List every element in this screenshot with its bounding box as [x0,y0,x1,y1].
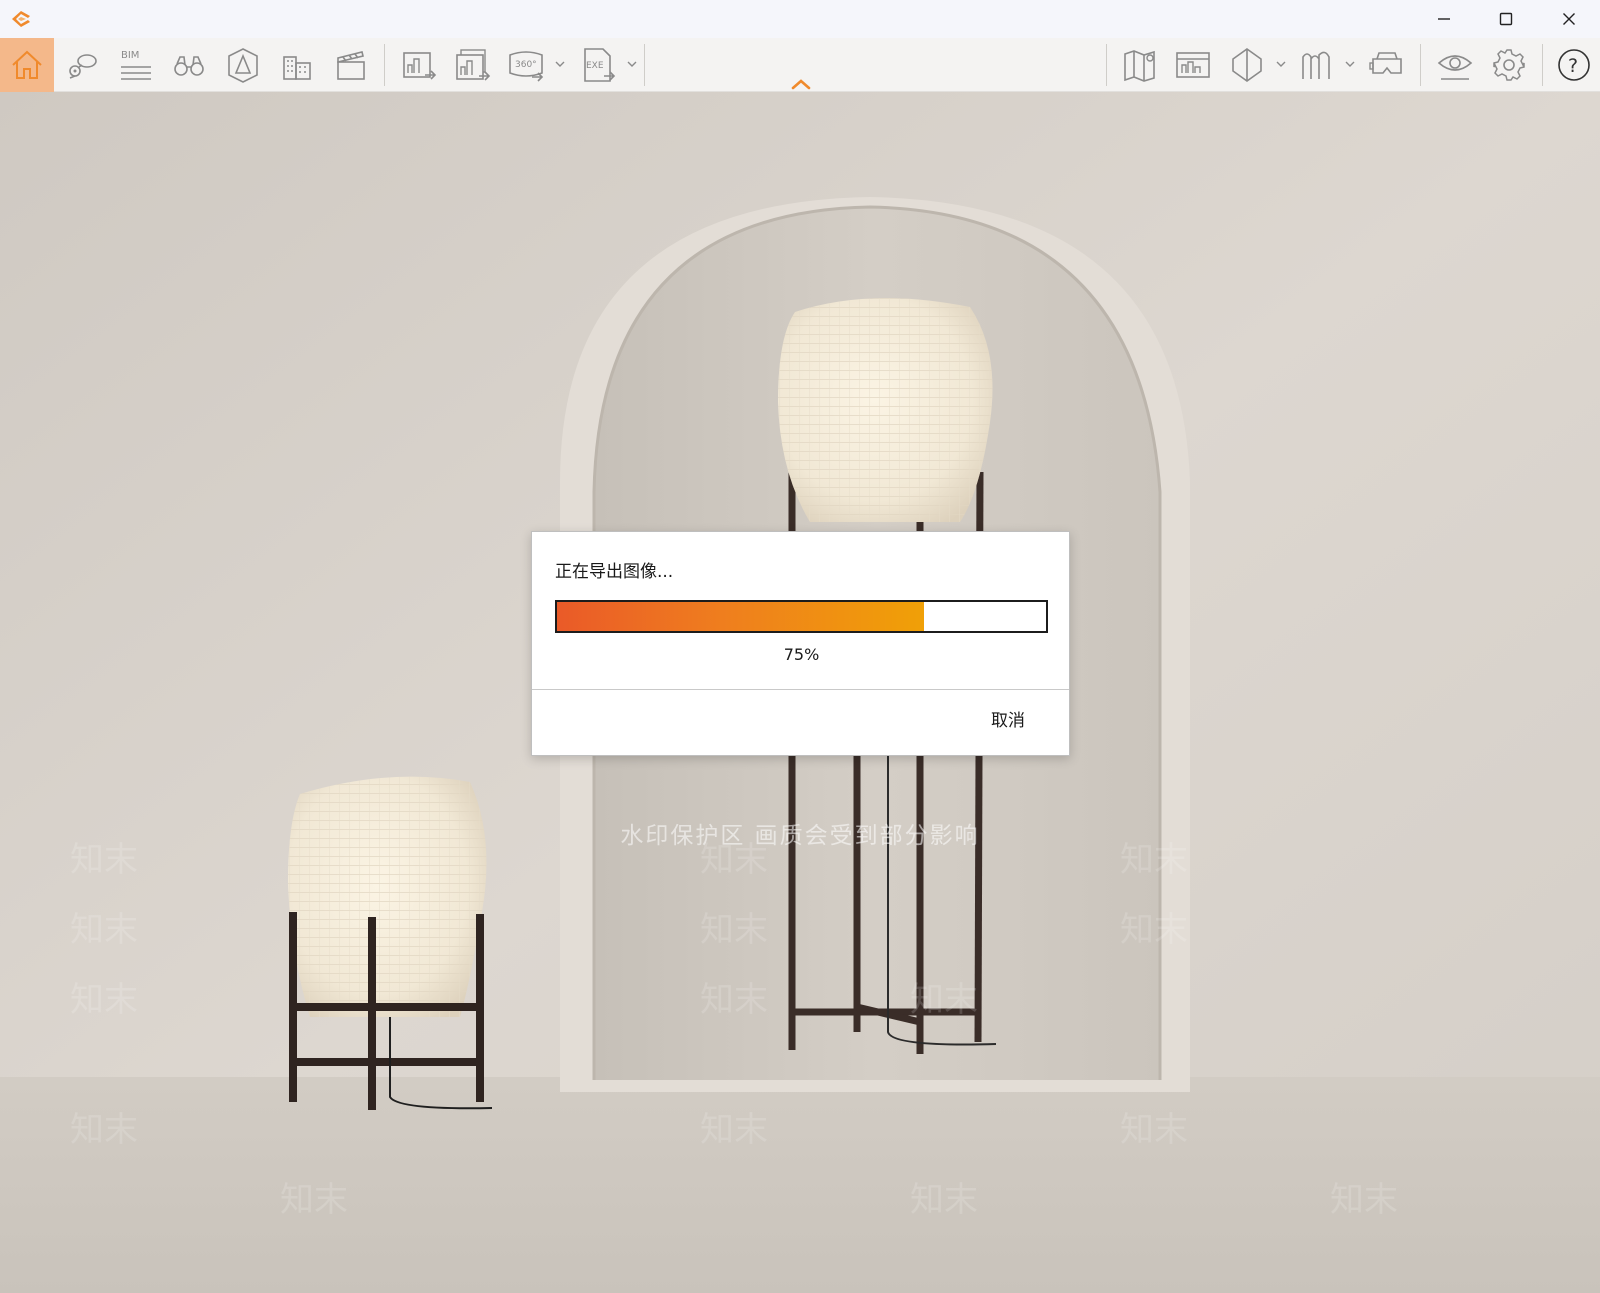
help-icon: ? [1558,49,1590,81]
svg-text:?: ? [1568,55,1578,77]
title-bar [0,0,1600,38]
watermark-text: 知末 [70,840,138,880]
binoculars-icon [174,56,204,76]
map-icon [1124,50,1155,82]
progress-bar-fill [557,602,924,631]
fence-button[interactable] [1292,38,1342,92]
watermark-text: 知末 [910,1180,978,1220]
map-button[interactable] [1114,38,1166,92]
perspective-icon [228,48,258,83]
home-button[interactable] [0,38,54,92]
watermark-text: 知末 [1330,1180,1398,1220]
section-dropdown-icon[interactable] [1275,58,1287,70]
export-image-button[interactable] [392,38,446,92]
export-360-dropdown-icon[interactable] [554,58,566,70]
watermark-text: 知末 [700,980,768,1020]
bim-icon: BIM [121,50,151,80]
clapperboard-icon [337,51,365,80]
main-toolbar: BIM 360° EXE ? [0,38,1600,92]
watermark-text: 知末 [700,840,768,880]
dialog-title: 正在导出图像... [555,562,674,582]
vr-button[interactable] [1360,38,1414,92]
batch-export-icon [456,49,491,81]
export-360-button[interactable]: 360° [500,38,552,92]
toolbar-divider [1542,44,1543,86]
eye-icon [1437,55,1473,80]
export-image-icon [403,52,437,80]
app-logo-icon [12,11,30,27]
close-icon [1563,13,1575,25]
toolbar-divider [1420,44,1421,86]
help-button[interactable]: ? [1548,38,1600,92]
export-exe-button[interactable]: EXE [572,38,624,92]
location-pin-icon [69,54,97,79]
watermark-text: 知末 [910,980,978,1020]
export-progress-dialog: 正在导出图像... 75% 取消 [531,531,1070,756]
watermark-banner: 水印保护区 画质会受到部分影响 [620,823,980,849]
minimize-button[interactable] [1413,0,1475,38]
home-icon [12,50,42,79]
app-window: BIM 360° EXE ? 水印保护区 画质会受到部分影响 知末 知末 知末 … [0,0,1600,1293]
dialog-divider [532,689,1069,690]
section-button[interactable] [1220,38,1274,92]
fence-icon [1302,51,1330,79]
settings-button[interactable] [1482,38,1536,92]
export-progress-bar [555,600,1048,633]
watermark-text: 知末 [700,910,768,950]
watermark-text: 知末 [280,1180,348,1220]
gear-icon [1493,49,1525,81]
batch-export-button[interactable] [446,38,500,92]
watermark-text: 知末 [70,1110,138,1150]
clapperboard-button[interactable] [324,38,378,92]
watermark-text: 知末 [1120,840,1188,880]
export-exe-icon: EXE [584,48,616,82]
binoculars-button[interactable] [162,38,216,92]
svg-text:360°: 360° [515,60,537,70]
image-panel-icon [1176,52,1210,78]
maximize-icon [1499,12,1513,26]
section-icon [1232,48,1262,82]
maximize-button[interactable] [1475,0,1537,38]
vr-headset-icon [1369,52,1402,74]
fence-dropdown-icon[interactable] [1344,58,1356,70]
bim-button[interactable]: BIM [108,38,162,92]
view-button[interactable] [1428,38,1482,92]
watermark-text: 知末 [700,1110,768,1150]
location-button[interactable] [56,38,108,92]
perspective-button[interactable] [216,38,270,92]
svg-text:EXE: EXE [586,61,604,71]
export-360-icon: 360° [509,51,544,82]
watermark-text: 知末 [1120,1110,1188,1150]
minimize-icon [1438,18,1450,20]
toolbar-divider [384,44,385,86]
image-panel-button[interactable] [1166,38,1220,92]
buildings-button[interactable] [270,38,324,92]
cancel-button[interactable]: 取消 [968,704,1048,738]
watermark-text: 知末 [70,910,138,950]
progress-percentage: 75% [783,645,820,664]
svg-text:BIM: BIM [121,50,139,61]
export-exe-dropdown-icon[interactable] [626,58,638,70]
toolbar-divider [1106,44,1107,86]
close-button[interactable] [1538,0,1600,38]
buildings-icon [283,56,311,80]
watermark-text: 知末 [70,980,138,1020]
toolbar-divider [644,44,645,86]
watermark-text: 知末 [1120,910,1188,950]
